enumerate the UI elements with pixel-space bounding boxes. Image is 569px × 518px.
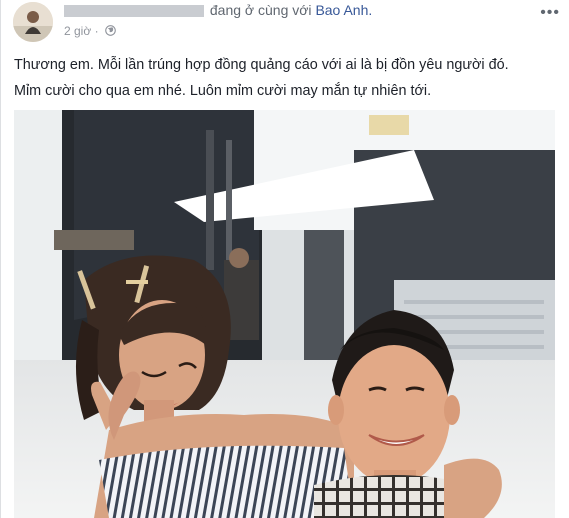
post-text-line-2: Mỉm cười cho qua em nhé. Luôn mỉm cười m… bbox=[14, 83, 432, 99]
more-options-icon[interactable]: ••• bbox=[540, 4, 560, 22]
author-avatar[interactable] bbox=[13, 2, 53, 42]
post-header: đang ở cùng với Bao Anh. 2 giờ · ••• bbox=[1, 0, 569, 44]
post-header-text: đang ở cùng với Bao Anh. bbox=[64, 2, 372, 18]
post-timestamp[interactable]: 2 giờ bbox=[64, 24, 91, 38]
with-text: đang ở cùng với bbox=[209, 2, 312, 18]
post-photo[interactable] bbox=[14, 110, 555, 518]
facebook-post: đang ở cùng với Bao Anh. 2 giờ · ••• Thư… bbox=[0, 0, 569, 518]
globe-icon[interactable] bbox=[105, 25, 116, 39]
author-line: đang ở cùng với Bao Anh. bbox=[64, 2, 372, 18]
post-text: Thương em. Mỗi lần trúng hợp đồng quảng … bbox=[14, 52, 554, 104]
post-meta: 2 giờ · bbox=[64, 24, 116, 39]
tagged-person-link[interactable]: Bao Anh. bbox=[315, 2, 372, 18]
post-text-line-1: Thương em. Mỗi lần trúng hợp đồng quảng … bbox=[14, 57, 509, 73]
author-name-redacted[interactable] bbox=[64, 5, 204, 18]
